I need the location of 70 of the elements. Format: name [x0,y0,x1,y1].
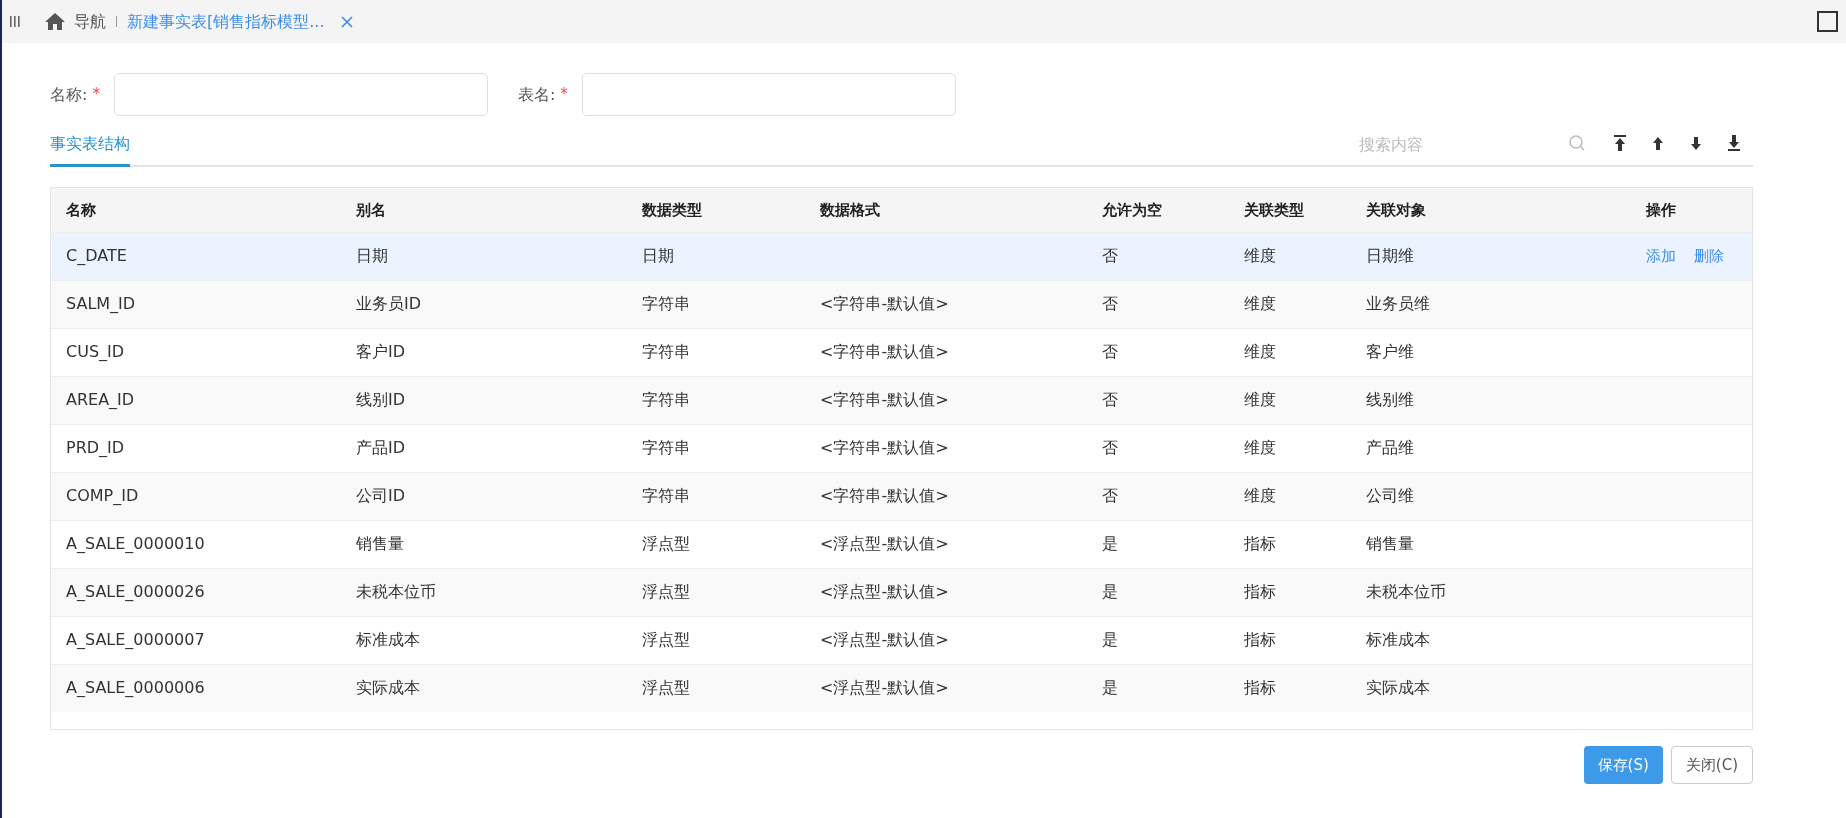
required-mark: * [560,84,568,106]
table-cell: 维度 [1229,280,1351,328]
table-cell: 日期维 [1351,232,1631,280]
close-button[interactable]: 关闭(C) [1670,746,1753,784]
close-icon[interactable] [340,15,353,28]
field-label: 名称: [50,83,88,106]
input-field[interactable] [581,73,956,116]
table-cell: 维度 [1229,232,1351,280]
column-header: 关联类型 [1229,188,1351,232]
maximize-icon[interactable] [1817,11,1838,32]
column-header: 数据类型 [627,188,805,232]
table-cell: 未税本位币 [341,568,627,616]
home-icon [44,12,66,31]
table-cell: C_DATE [51,232,341,280]
table-cell: 日期 [341,232,627,280]
table-cell: 浮点型 [627,568,805,616]
menu-icon[interactable] [10,16,20,27]
table-cell: 公司维 [1351,472,1631,520]
move-down-icon[interactable] [1689,135,1703,151]
column-header: 关联对象 [1351,188,1631,232]
table-cell: 公司ID [341,472,627,520]
table-cell: 否 [1087,232,1229,280]
table-cell: 维度 [1229,376,1351,424]
move-bottom-icon[interactable] [1727,135,1741,151]
row-action-link[interactable]: 添加 [1646,244,1676,267]
table-cell: 是 [1087,568,1229,616]
table-cell: AREA_ID [51,376,341,424]
required-mark: * [92,84,100,106]
table-cell: <浮点型-默认值> [805,568,1087,616]
input-field[interactable] [113,73,488,116]
table-cell: 未税本位币 [1351,568,1631,616]
table-cell: 字符串 [627,376,805,424]
field-label: 表名: [517,83,556,106]
table-cell: <浮点型-默认值> [805,664,1087,712]
table-cell: A_SALE_0000006 [51,664,341,712]
table-cell: 否 [1087,472,1229,520]
column-header: 允许为空 [1087,188,1229,232]
table-cell: 指标 [1229,664,1351,712]
table-cell: <字符串-默认值> [805,472,1087,520]
row-action-link[interactable]: 删除 [1694,244,1724,267]
table-cell: A_SALE_0000026 [51,568,341,616]
save-button[interactable]: 保存(S) [1583,746,1663,784]
column-header: 数据格式 [805,188,1087,232]
table-cell: 业务员ID [341,280,627,328]
table-cell: 业务员维 [1351,280,1631,328]
column-header: 操作 [1631,188,1752,232]
column-header: 名称 [51,188,341,232]
move-up-icon[interactable] [1651,135,1665,151]
table-cell: 指标 [1229,568,1351,616]
table-cell: 否 [1087,376,1229,424]
table-cell: 字符串 [627,280,805,328]
table-cell: 维度 [1229,472,1351,520]
table-cell: <字符串-默认值> [805,280,1087,328]
table-cell: 字符串 [627,472,805,520]
table-cell: 浮点型 [627,664,805,712]
tab[interactable]: 导航 [34,9,116,34]
table-cell: COMP_ID [51,472,341,520]
table-cell: <字符串-默认值> [805,376,1087,424]
column-header: 别名 [341,188,627,232]
table-cell: 线别维 [1351,376,1631,424]
table-cell: 实际成本 [1351,664,1631,712]
move-top-icon[interactable] [1613,135,1627,151]
table-cell: 日期 [627,232,805,280]
tab[interactable]: 事实表结构 [50,124,130,167]
table-cell: 否 [1087,280,1229,328]
table-cell: 是 [1087,664,1229,712]
tab[interactable]: 新建事实表[销售指标模型... [117,9,335,34]
table-cell: SALM_ID [51,280,341,328]
table-cell: 实际成本 [341,664,627,712]
table-cell: 线别ID [341,376,627,424]
